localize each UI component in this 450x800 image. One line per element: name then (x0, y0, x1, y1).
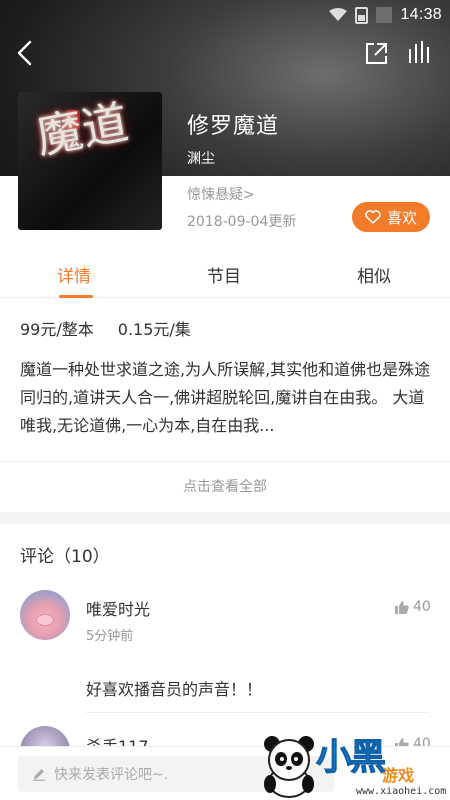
album-author[interactable]: 渊尘 (187, 148, 215, 168)
top-bar (0, 34, 450, 74)
album-header: 14:38 魔道 修罗魔道 渊尘 惊悚悬疑> 2018-09-04更新 喜欢 (0, 0, 450, 248)
watermark-logo: 小黑 游戏 www.xiaohei.com (258, 724, 450, 800)
tab-episodes[interactable]: 节目 (207, 262, 241, 287)
divider (0, 461, 450, 462)
battery-icon (355, 6, 369, 24)
comment-username[interactable]: 唯爱时光 (86, 596, 150, 620)
like-button[interactable]: 喜欢 (352, 202, 430, 232)
active-tab-indicator (59, 295, 93, 298)
album-title: 修罗魔道 (187, 114, 280, 139)
heart-icon (365, 210, 381, 224)
playing-bars-icon[interactable] (406, 38, 434, 68)
share-icon[interactable] (362, 38, 390, 68)
episode-price: 0.15元/集 (117, 320, 191, 339)
comment-time: 5分钟前 (86, 629, 134, 644)
album-updated-date: 2018-09-04更新 (187, 214, 297, 230)
comment-like-button[interactable]: 40 (395, 599, 431, 615)
price-info: 99元/整本 0.15元/集 (20, 316, 191, 340)
tab-similar[interactable]: 相似 (357, 262, 391, 287)
watermark-subtitle: 游戏 (382, 766, 415, 785)
back-icon[interactable] (10, 36, 42, 70)
cover-title-art: 魔道 (32, 94, 133, 165)
album-category-link[interactable]: 惊悚悬疑> (187, 184, 255, 204)
watermark-title: 小黑 (315, 737, 386, 779)
album-description: 魔道一种处世求道之途,为人所误解,其实他和道佛也是殊途同归的,道讲天人合一,佛讲… (20, 360, 431, 435)
comment-text: 好喜欢播音员的声音！！ (86, 680, 263, 699)
album-cover[interactable]: 魔道 (18, 92, 162, 230)
avatar[interactable] (20, 590, 70, 640)
thumbs-up-icon (395, 601, 409, 614)
panda-mascot-icon (264, 736, 314, 798)
watermark-url: www.xiaohei.com (356, 786, 447, 797)
signal-icon (376, 7, 393, 23)
like-label: 喜欢 (386, 208, 417, 227)
pencil-icon (33, 769, 45, 781)
comment-input-placeholder: 快来发表评论吧~. (54, 767, 169, 783)
view-all-button[interactable]: 点击查看全部 (0, 476, 450, 496)
tab-bar: 详情 节目 相似 (0, 250, 450, 298)
divider (86, 712, 430, 713)
status-time: 14:38 (400, 6, 442, 23)
section-separator (0, 512, 450, 524)
wifi-icon (329, 8, 348, 21)
full-price: 99元/整本 (20, 320, 94, 339)
tab-details[interactable]: 详情 (57, 262, 91, 287)
status-bar: 14:38 (0, 0, 450, 30)
comment-like-count: 40 (413, 599, 431, 615)
comments-heading: 评论（10） (20, 547, 110, 567)
